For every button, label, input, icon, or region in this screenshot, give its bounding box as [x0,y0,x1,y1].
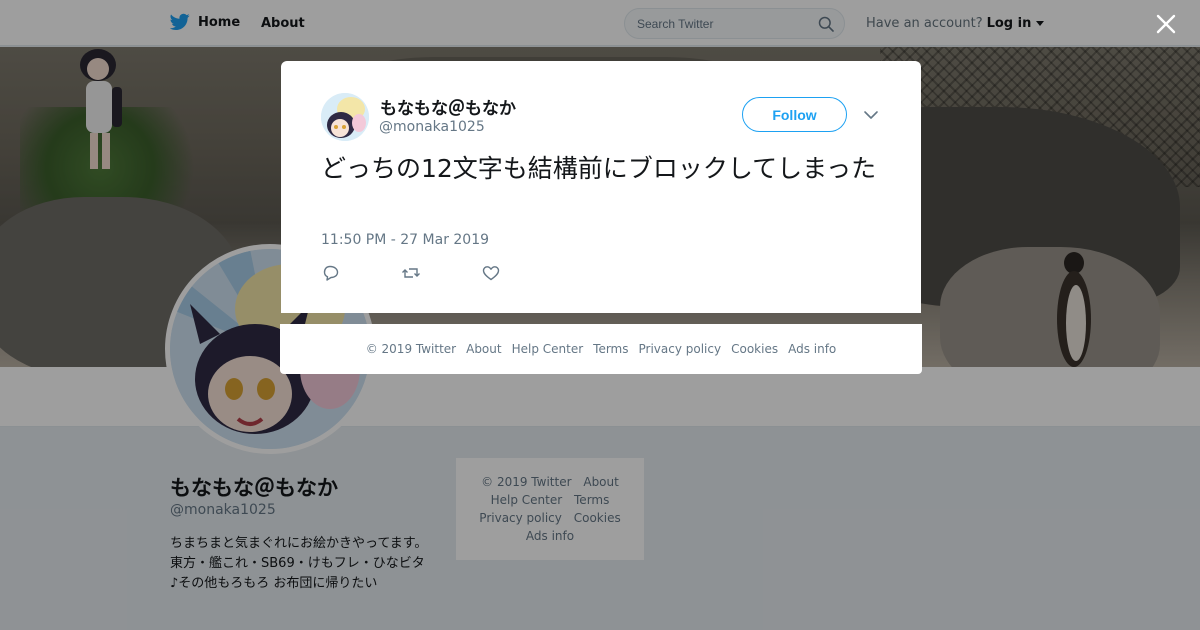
avatar-illustration [321,93,369,141]
footer-cookies-link[interactable]: Cookies [731,342,778,356]
tweet-author-name[interactable]: もなもな＠もなか [380,94,516,119]
reply-icon[interactable] [321,263,341,283]
footer-help-link[interactable]: Help Center [512,342,584,356]
heart-icon[interactable] [481,263,501,283]
footer-terms-link[interactable]: Terms [593,342,628,356]
close-icon[interactable] [1152,10,1180,38]
chevron-down-icon[interactable] [863,107,879,123]
tweet-author-handle[interactable]: @monaka1025 [379,119,485,135]
tweet-author-avatar[interactable] [321,93,369,141]
tweet-text: どっちの12文字も結構前にブロックしてしまった [321,154,877,183]
modal-footer-links: © 2019 Twitter About Help Center Terms P… [280,324,922,374]
follow-button[interactable]: Follow [742,97,847,132]
footer-copyright: © 2019 Twitter [365,342,457,356]
tweet-permalink-modal: もなもな＠もなか @monaka1025 Follow どっちの12文字も結構前… [281,61,921,313]
tweet-timestamp[interactable]: 11:50 PM - 27 Mar 2019 [321,232,489,248]
footer-about-link[interactable]: About [466,342,501,356]
tweet-actions [321,263,501,283]
footer-privacy-link[interactable]: Privacy policy [639,342,722,356]
footer-ads-link[interactable]: Ads info [788,342,836,356]
retweet-icon[interactable] [401,263,421,283]
